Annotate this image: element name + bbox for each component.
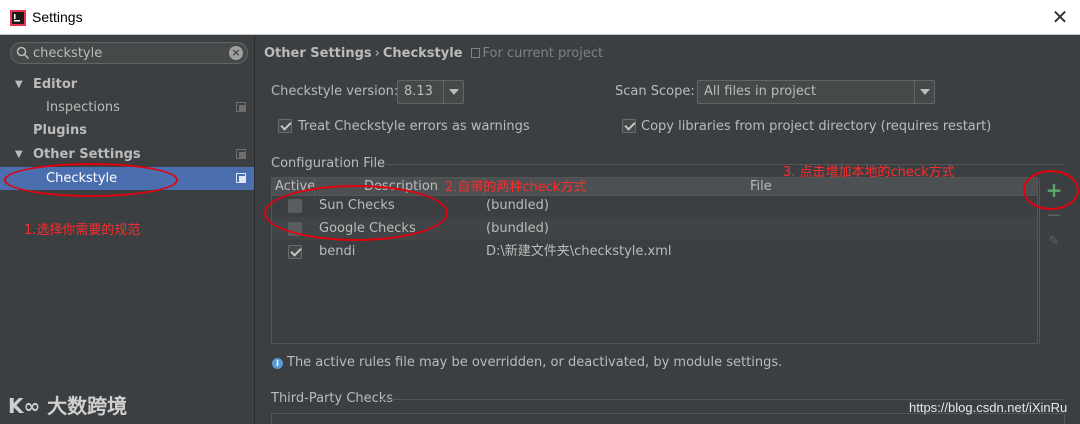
sidebar-item-plugins[interactable]: Plugins (0, 119, 254, 142)
info-icon: i (272, 358, 283, 369)
checkstyle-version-select[interactable]: 8.13 (397, 80, 464, 104)
breadcrumb: Other Settings › Checkstyle For current pro… (264, 46, 603, 61)
annotation-add-local: 3. 点击增加本地的check方式 (783, 165, 955, 180)
dropdown-arrow-icon[interactable] (914, 81, 934, 103)
info-message: i The active rules file may be overridden… (272, 355, 782, 370)
expand-arrow-icon[interactable]: ▼ (15, 143, 27, 166)
row-file: D:\新建文件夹\checkstyle.xml (486, 244, 672, 259)
dropdown-arrow-icon[interactable] (443, 81, 463, 103)
checkstyle-version-label: Checkstyle version: (271, 84, 399, 99)
scope-note: For current project (482, 46, 604, 61)
watermark-logo-mark: K∞ (8, 394, 41, 418)
project-scope-icon (236, 149, 246, 159)
group-divider (380, 164, 1065, 165)
sidebar-item-label: Editor (33, 77, 78, 92)
expand-arrow-icon[interactable]: ▼ (15, 73, 27, 96)
scan-scope-value: All files in project (704, 84, 817, 99)
project-scope-icon (470, 48, 480, 58)
sidebar-item-label: Plugins (33, 123, 87, 138)
annotation-select-rule: 1.选择你需要的规范 (24, 223, 141, 238)
window-title: Settings (32, 9, 83, 25)
checkstyle-settings-panel: Other Settings › Checkstyle For current pro… (256, 35, 1080, 424)
treat-errors-label[interactable]: Treat Checkstyle errors as warnings (298, 119, 530, 134)
copy-libraries-checkbox[interactable] (622, 119, 636, 133)
copy-libraries-label[interactable]: Copy libraries from project directory (r… (641, 119, 991, 134)
intellij-icon (10, 10, 26, 26)
configuration-file-title: Configuration File (271, 156, 386, 171)
highlight-ellipse (1023, 170, 1079, 210)
search-input[interactable] (33, 45, 223, 62)
search-icon (16, 46, 30, 60)
treat-errors-checkbox[interactable] (278, 119, 292, 133)
highlight-ellipse (264, 185, 448, 241)
watermark-url: https://blog.csdn.net/iXinRu (909, 400, 1068, 415)
settings-search[interactable]: × (10, 42, 248, 64)
row-file: (bundled) (486, 198, 549, 213)
row-description: bendi (319, 244, 356, 259)
project-scope-icon (236, 173, 246, 183)
settings-sidebar: × ▼ Editor Inspections Plugins ▼ Other S… (0, 35, 255, 424)
sidebar-item-label: Inspections (46, 100, 120, 115)
sidebar-item-editor[interactable]: ▼ Editor (0, 73, 254, 96)
watermark-logo-text: 大数跨境 (47, 394, 128, 418)
scan-scope-label: Scan Scope: (615, 84, 695, 99)
third-party-checks-title: Third-Party Checks (271, 391, 394, 406)
active-checkbox[interactable] (288, 245, 302, 259)
sidebar-item-inspections[interactable]: Inspections (0, 96, 254, 119)
annotation-builtin-checks: 2.自带的两种check方式 (445, 180, 587, 195)
highlight-ellipse (4, 163, 178, 197)
breadcrumb-current: Checkstyle (382, 46, 463, 61)
project-scope-icon (236, 102, 246, 112)
column-header-file[interactable]: File (750, 179, 772, 194)
sidebar-item-other-settings[interactable]: ▼ Other Settings (0, 143, 254, 166)
title-bar: Settings ✕ (0, 0, 1080, 35)
info-text: The active rules file may be overridden,… (287, 355, 783, 370)
watermark-logo: K∞ 大数跨境 (8, 390, 127, 419)
table-row[interactable]: bendi D:\新建文件夹\checkstyle.xml (272, 240, 1037, 263)
checkstyle-version-value: 8.13 (404, 84, 433, 99)
breadcrumb-separator: › (374, 46, 380, 61)
breadcrumb-root: Other Settings (264, 46, 372, 61)
row-file: (bundled) (486, 221, 549, 236)
close-icon[interactable]: ✕ (1048, 5, 1072, 29)
edit-icon[interactable]: ✎ (1045, 233, 1063, 251)
scan-scope-select[interactable]: All files in project (697, 80, 935, 104)
clear-search-icon[interactable]: × (229, 46, 243, 60)
